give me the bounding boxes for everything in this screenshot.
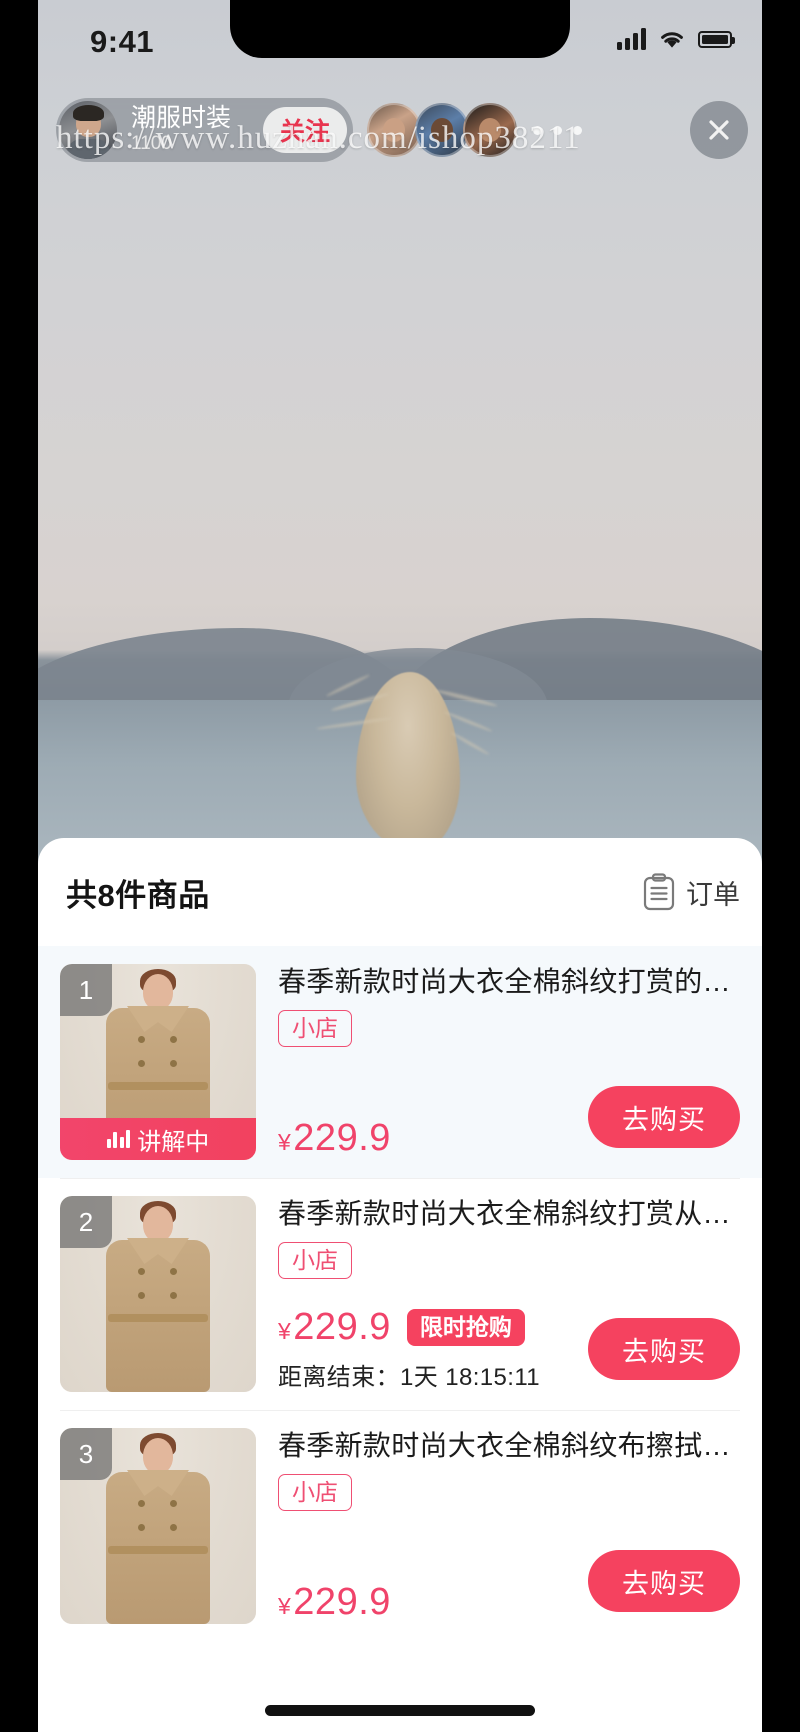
viewer-avatar[interactable]	[367, 103, 421, 157]
currency-symbol: ¥	[278, 1318, 292, 1344]
currency-symbol: ¥	[278, 1593, 292, 1619]
explaining-now-banner: 讲解中	[60, 1118, 256, 1160]
product-title: 春季新款时尚大衣全棉斜纹打赏的…	[278, 966, 731, 997]
explaining-now-label: 讲解中	[137, 1128, 210, 1156]
product-index-badge: 3	[60, 1428, 112, 1480]
order-entry-button[interactable]: 订单	[642, 873, 740, 912]
viewer-avatar[interactable]	[463, 103, 517, 157]
product-title: 春季新款时尚大衣全棉斜纹打赏从…	[278, 1198, 731, 1229]
product-title: 春季新款时尚大衣全棉斜纹布擦拭…	[278, 1430, 731, 1461]
product-thumbnail[interactable]: 1 讲解中	[60, 964, 256, 1160]
price-value: 229.9	[293, 1117, 391, 1159]
close-icon[interactable]	[690, 101, 748, 159]
order-entry-label: 订单	[686, 879, 740, 910]
shop-tag: 小店	[278, 1242, 352, 1280]
anchor-info: 潮服时装 1100	[131, 104, 251, 157]
video-subject	[316, 672, 498, 862]
product-price: ¥ 229.9	[278, 1581, 391, 1624]
equalizer-icon	[106, 1130, 131, 1148]
page-title: 共8件商品	[66, 877, 210, 913]
phone-screen: 9:41 潮服时装 1100 关注 https://www.huzhan.com…	[0, 0, 800, 1732]
product-card[interactable]: 3 春季新款时尚大衣全棉斜纹布擦拭… 小店 ¥ 229.9 去购买	[38, 1410, 762, 1642]
sheet-header: 共8件商品 订单	[38, 838, 762, 946]
product-price: ¥ 229.9	[278, 1306, 391, 1349]
shop-tag: 小店	[278, 1474, 352, 1512]
viewer-avatars[interactable]	[367, 103, 517, 157]
product-card[interactable]: 2 春季新款时尚大衣全棉斜纹打赏从… 小店 ¥ 229.9 限时抢购 距离结束：…	[38, 1178, 762, 1410]
buy-button[interactable]: 去购买	[588, 1550, 740, 1612]
live-stream-screen: 9:41 潮服时装 1100 关注 https://www.huzhan.com…	[38, 0, 762, 1732]
home-indicator[interactable]	[265, 1705, 535, 1716]
clipboard-icon	[643, 873, 675, 911]
anchor-name: 潮服时装	[131, 103, 232, 132]
letterbox-left	[0, 0, 38, 1732]
product-thumbnail[interactable]: 3	[60, 1428, 256, 1624]
product-sheet: 共8件商品 订单 1 讲解中 春季新款时尚大衣全棉斜纹打赏的… 小店 ¥ 229…	[38, 838, 762, 1732]
flash-sale-badge: 限时抢购	[406, 1308, 525, 1347]
product-price: ¥ 229.9	[278, 1117, 391, 1160]
product-list: 1 讲解中 春季新款时尚大衣全棉斜纹打赏的… 小店 ¥ 229.9 去购买 2 …	[38, 946, 762, 1642]
product-card[interactable]: 1 讲解中 春季新款时尚大衣全棉斜纹打赏的… 小店 ¥ 229.9 去购买	[38, 946, 762, 1178]
buy-button[interactable]: 去购买	[588, 1318, 740, 1380]
currency-symbol: ¥	[278, 1129, 292, 1155]
shop-tag: 小店	[278, 1010, 352, 1048]
live-header: 潮服时装 1100 关注	[56, 96, 748, 164]
follow-button[interactable]: 关注	[263, 107, 347, 153]
viewer-avatar[interactable]	[415, 103, 469, 157]
price-value: 229.9	[293, 1581, 391, 1623]
anchor-pill[interactable]: 潮服时装 1100 关注	[56, 98, 353, 162]
buy-button[interactable]: 去购买	[588, 1086, 740, 1148]
price-value: 229.9	[293, 1306, 391, 1348]
more-viewers-icon[interactable]	[533, 125, 582, 135]
product-index-badge: 2	[60, 1196, 112, 1248]
anchor-avatar[interactable]	[59, 101, 117, 159]
product-index-badge: 1	[60, 964, 112, 1016]
anchor-follower-count: 1100	[131, 133, 172, 155]
letterbox-right	[762, 0, 800, 1732]
product-thumbnail[interactable]: 2	[60, 1196, 256, 1392]
